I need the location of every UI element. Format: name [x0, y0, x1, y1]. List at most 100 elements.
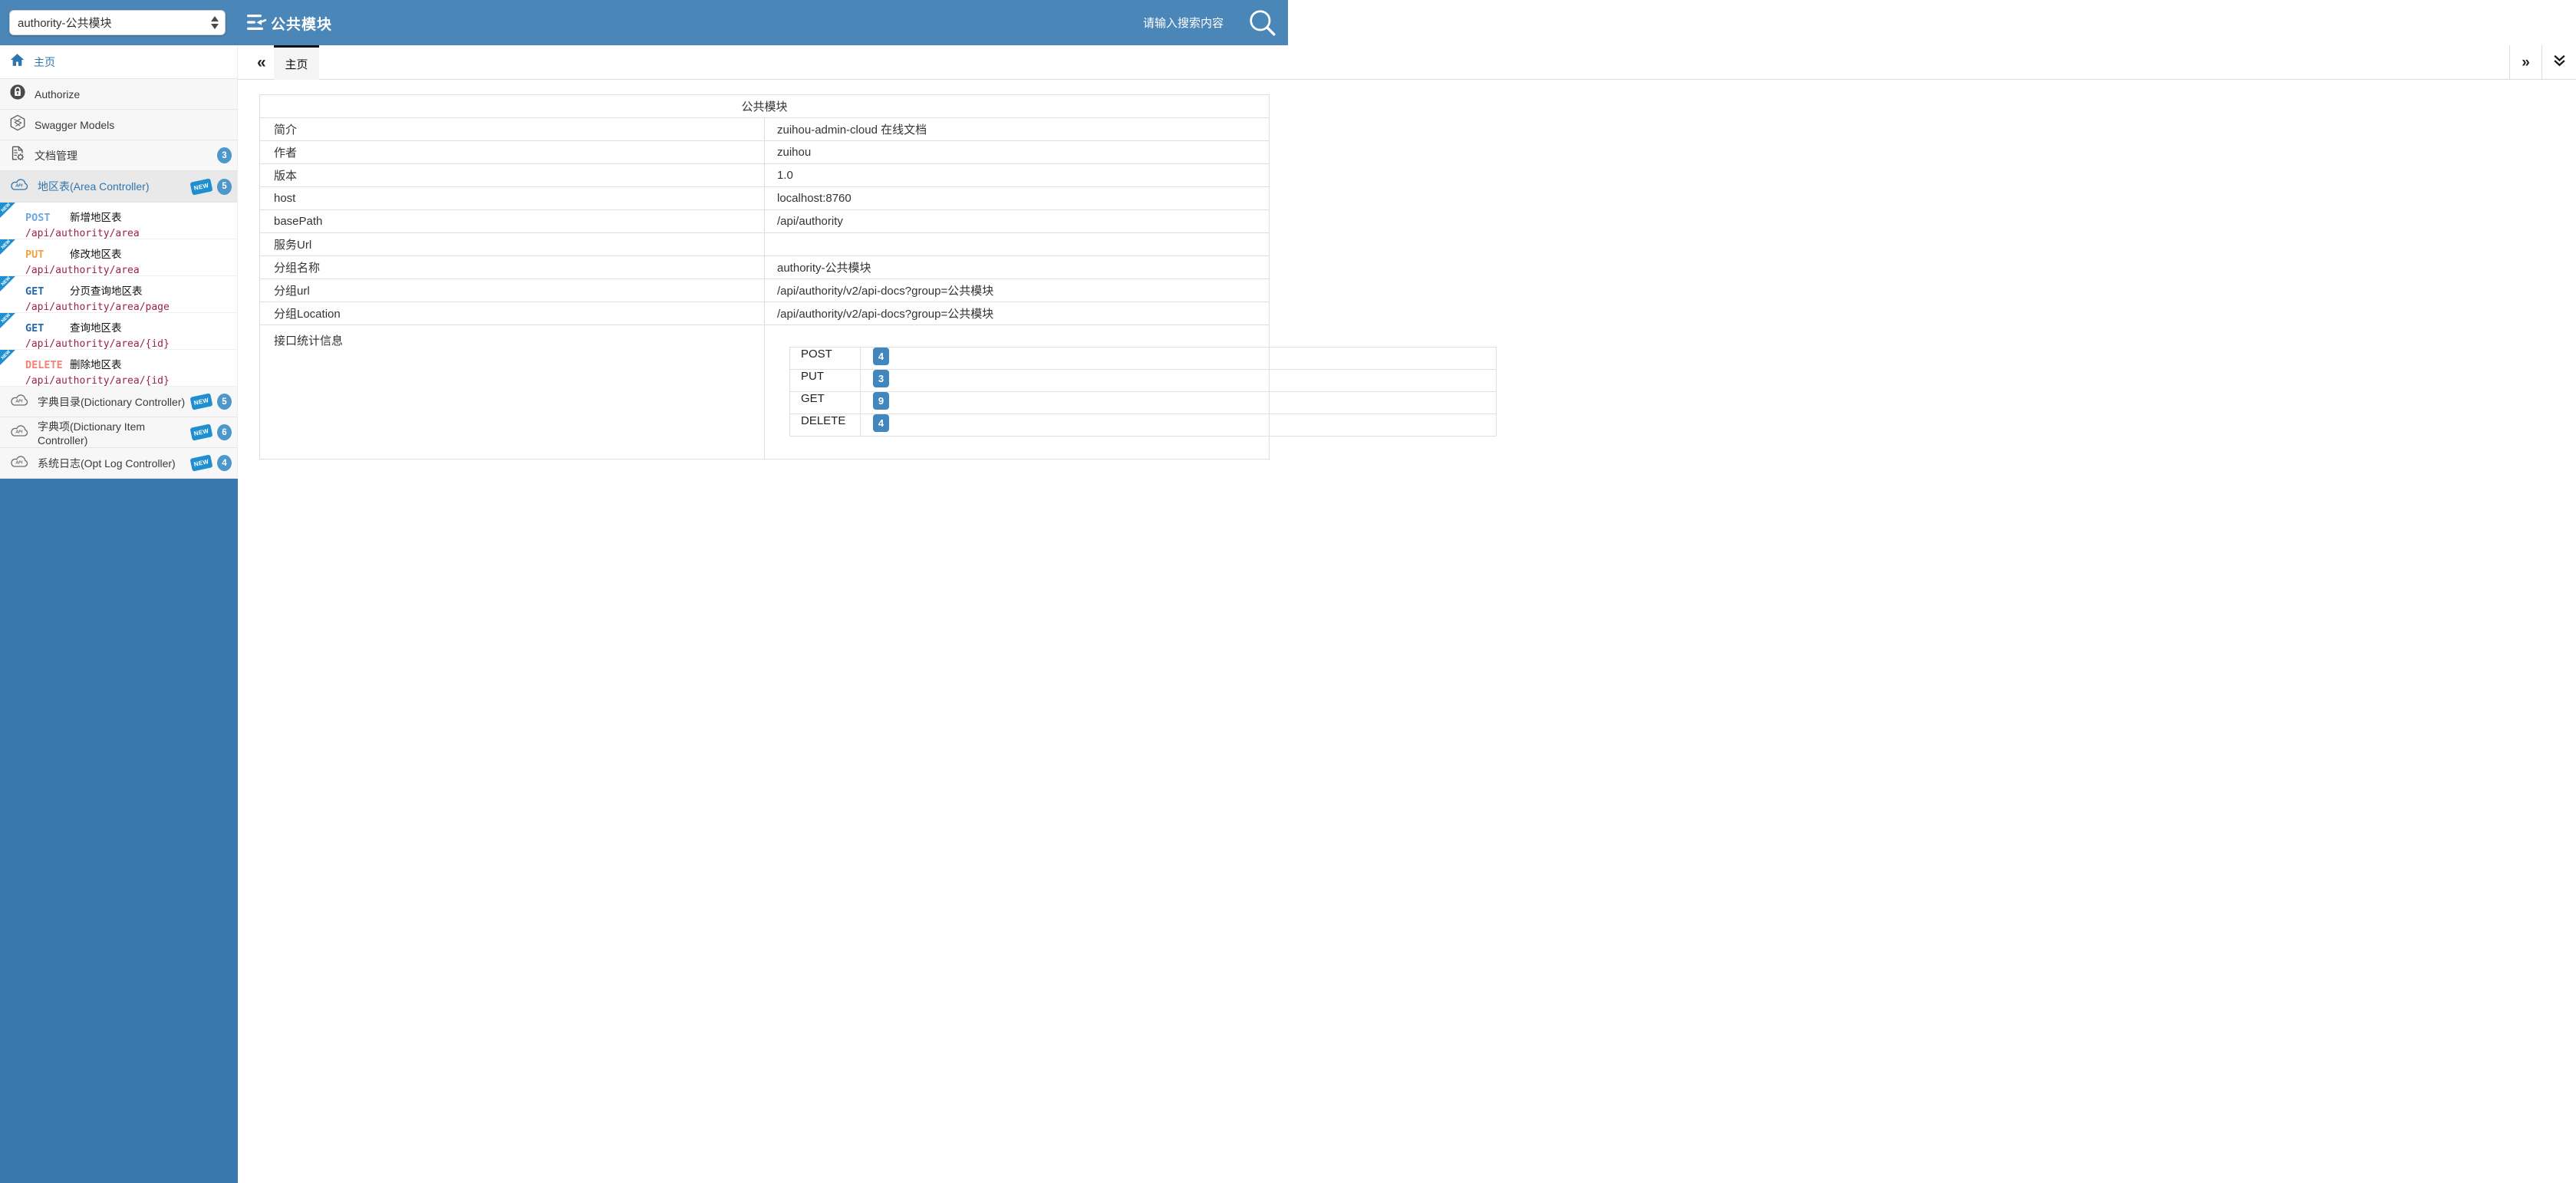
- cloud-api-icon: API: [9, 393, 29, 411]
- cloud-api-icon-text: API: [15, 460, 23, 465]
- operation-path: /api/authority/area/{id}: [25, 338, 237, 350]
- sidebar-item-swagger-models[interactable]: Swagger Models: [0, 110, 238, 140]
- info-label: 分组url: [260, 279, 765, 302]
- stats-count-cell: 9: [861, 392, 1497, 414]
- info-label: basePath: [260, 210, 765, 233]
- stats-method: GET: [790, 392, 861, 414]
- new-ribbon-icon: NEW: [0, 350, 15, 365]
- cloud-api-icon: API: [9, 454, 29, 473]
- sidebar-item-dictionary-item-controller[interactable]: API 字典项(Dictionary Item Controller) NEW …: [0, 417, 238, 448]
- operation-name: 删除地区表: [70, 359, 122, 371]
- new-badge: NEW: [190, 178, 213, 195]
- cloud-api-icon: API: [9, 423, 29, 442]
- lock-icon: [9, 84, 26, 104]
- operation-name: 查询地区表: [70, 322, 122, 334]
- tabs-menu-button[interactable]: [2541, 45, 2576, 80]
- sidebar-item-home[interactable]: 主页: [0, 45, 238, 79]
- cloud-api-icon: API: [9, 177, 29, 196]
- http-method: POST: [25, 212, 64, 224]
- sidebar-item-area-controller[interactable]: API 地区表(Area Controller) NEW 5: [0, 171, 238, 203]
- info-row: 分组url /api/authority/v2/api-docs?group=公…: [260, 279, 1270, 302]
- search-input[interactable]: 请输入搜索内容: [1143, 0, 1224, 45]
- main-content: 公共模块 简介 zuihou-admin-cloud 在线文档 作者 zuiho…: [238, 80, 2576, 1183]
- operation-list: NEW POST新增地区表 /api/authority/area NEW PU…: [0, 203, 238, 387]
- cloud-api-icon-text: API: [15, 430, 23, 434]
- search-placeholder: 请输入搜索内容: [1143, 15, 1224, 31]
- select-updown-icon: [211, 16, 218, 29]
- operation-name: 分页查询地区表: [70, 285, 143, 297]
- sidebar-item-label: 主页: [34, 54, 55, 70]
- sidebar-item-dictionary-controller[interactable]: API 字典目录(Dictionary Controller) NEW 5: [0, 387, 238, 417]
- module-info-table: 公共模块 简介 zuihou-admin-cloud 在线文档 作者 zuiho…: [259, 94, 1270, 460]
- info-row: 版本 1.0: [260, 164, 1270, 187]
- new-badge: NEW: [190, 393, 213, 410]
- info-value: zuihou: [765, 141, 1270, 164]
- sidebar-item-label: Authorize: [35, 88, 80, 101]
- table-title: 公共模块: [260, 95, 1270, 118]
- cloud-api-icon-text: API: [15, 184, 23, 189]
- api-group-select[interactable]: authority-公共模块: [9, 10, 226, 35]
- new-badge: NEW: [190, 423, 213, 440]
- sidebar-item-authorize[interactable]: Authorize: [0, 79, 238, 110]
- count-badge: 3: [217, 147, 232, 163]
- info-value: authority-公共模块: [765, 256, 1270, 279]
- info-row: host localhost:8760: [260, 187, 1270, 210]
- method-stats-table: POST 4 PUT 3 GET 9 DELETE 4: [789, 347, 1497, 437]
- tab-home[interactable]: 主页: [274, 45, 319, 80]
- sidebar-item-opt-log-controller[interactable]: API 系统日志(Opt Log Controller) NEW 4: [0, 448, 238, 479]
- new-badge: NEW: [190, 454, 213, 471]
- info-row: 分组Location /api/authority/v2/api-docs?gr…: [260, 302, 1270, 325]
- models-hexagon-icon: [9, 114, 26, 135]
- stats-count-badge: 3: [873, 370, 889, 387]
- info-value: [765, 233, 1270, 256]
- count-badge: 5: [217, 394, 232, 410]
- new-ribbon-icon: NEW: [0, 203, 15, 218]
- sidebar-item-label: 系统日志(Opt Log Controller): [38, 456, 176, 471]
- info-label: 分组Location: [260, 302, 765, 325]
- info-row: 分组名称 authority-公共模块: [260, 256, 1270, 279]
- api-operation-put-update-area[interactable]: NEW PUT修改地区表 /api/authority/area: [0, 239, 237, 276]
- info-label: host: [260, 187, 765, 210]
- api-operation-get-area[interactable]: NEW GET查询地区表 /api/authority/area/{id}: [0, 313, 237, 350]
- stats-table-row: PUT 3: [790, 370, 1497, 392]
- sidebar-item-label: 文档管理: [35, 148, 77, 163]
- api-operation-get-page-area[interactable]: NEW GET分页查询地区表 /api/authority/area/page: [0, 276, 237, 313]
- search-icon[interactable]: [1248, 8, 1277, 41]
- stats-count-cell: 4: [861, 348, 1497, 370]
- tabs-scroll-right-button[interactable]: »: [2509, 45, 2541, 80]
- tabs-scroll-left-button[interactable]: «: [257, 45, 266, 80]
- http-method: GET: [25, 285, 64, 298]
- api-group-select-value: authority-公共模块: [18, 15, 112, 31]
- stats-method: POST: [790, 348, 861, 370]
- info-value: /api/authority: [765, 210, 1270, 233]
- info-row: 作者 zuihou: [260, 141, 1270, 164]
- info-label: 服务Url: [260, 233, 765, 256]
- info-label: 作者: [260, 141, 765, 164]
- stats-count-cell: 3: [861, 370, 1497, 392]
- operation-name: 修改地区表: [70, 249, 122, 260]
- http-method: GET: [25, 322, 64, 334]
- stats-cell: POST 4 PUT 3 GET 9 DELETE 4: [765, 325, 1270, 460]
- info-value: /api/authority/v2/api-docs?group=公共模块: [765, 302, 1270, 325]
- sidebar-item-label: Swagger Models: [35, 119, 114, 131]
- operation-name: 新增地区表: [70, 212, 122, 223]
- document-gear-icon: [9, 145, 26, 166]
- sidebar-item-label: 地区表(Area Controller): [38, 179, 149, 194]
- info-label: 简介: [260, 118, 765, 141]
- double-chevron-down-icon: [2552, 53, 2567, 72]
- stats-count-cell: 4: [861, 414, 1497, 437]
- api-operation-post-add-area[interactable]: NEW POST新增地区表 /api/authority/area: [0, 203, 237, 239]
- info-value: zuihou-admin-cloud 在线文档: [765, 118, 1270, 141]
- stats-label: 接口统计信息: [260, 325, 765, 460]
- sidebar-item-label: 字典目录(Dictionary Controller): [38, 394, 185, 410]
- info-label: 分组名称: [260, 256, 765, 279]
- stats-row: 接口统计信息 POST 4 PUT 3 GET 9: [260, 325, 1270, 460]
- stats-method: PUT: [790, 370, 861, 392]
- stats-method: DELETE: [790, 414, 861, 437]
- api-operation-delete-area[interactable]: NEW DELETE删除地区表 /api/authority/area/{id}: [0, 350, 237, 387]
- info-value: localhost:8760: [765, 187, 1270, 210]
- cloud-api-icon-text: API: [15, 399, 23, 404]
- http-method: DELETE: [25, 359, 64, 371]
- http-method: PUT: [25, 249, 64, 261]
- sidebar-item-doc-manage[interactable]: 文档管理 3: [0, 140, 238, 171]
